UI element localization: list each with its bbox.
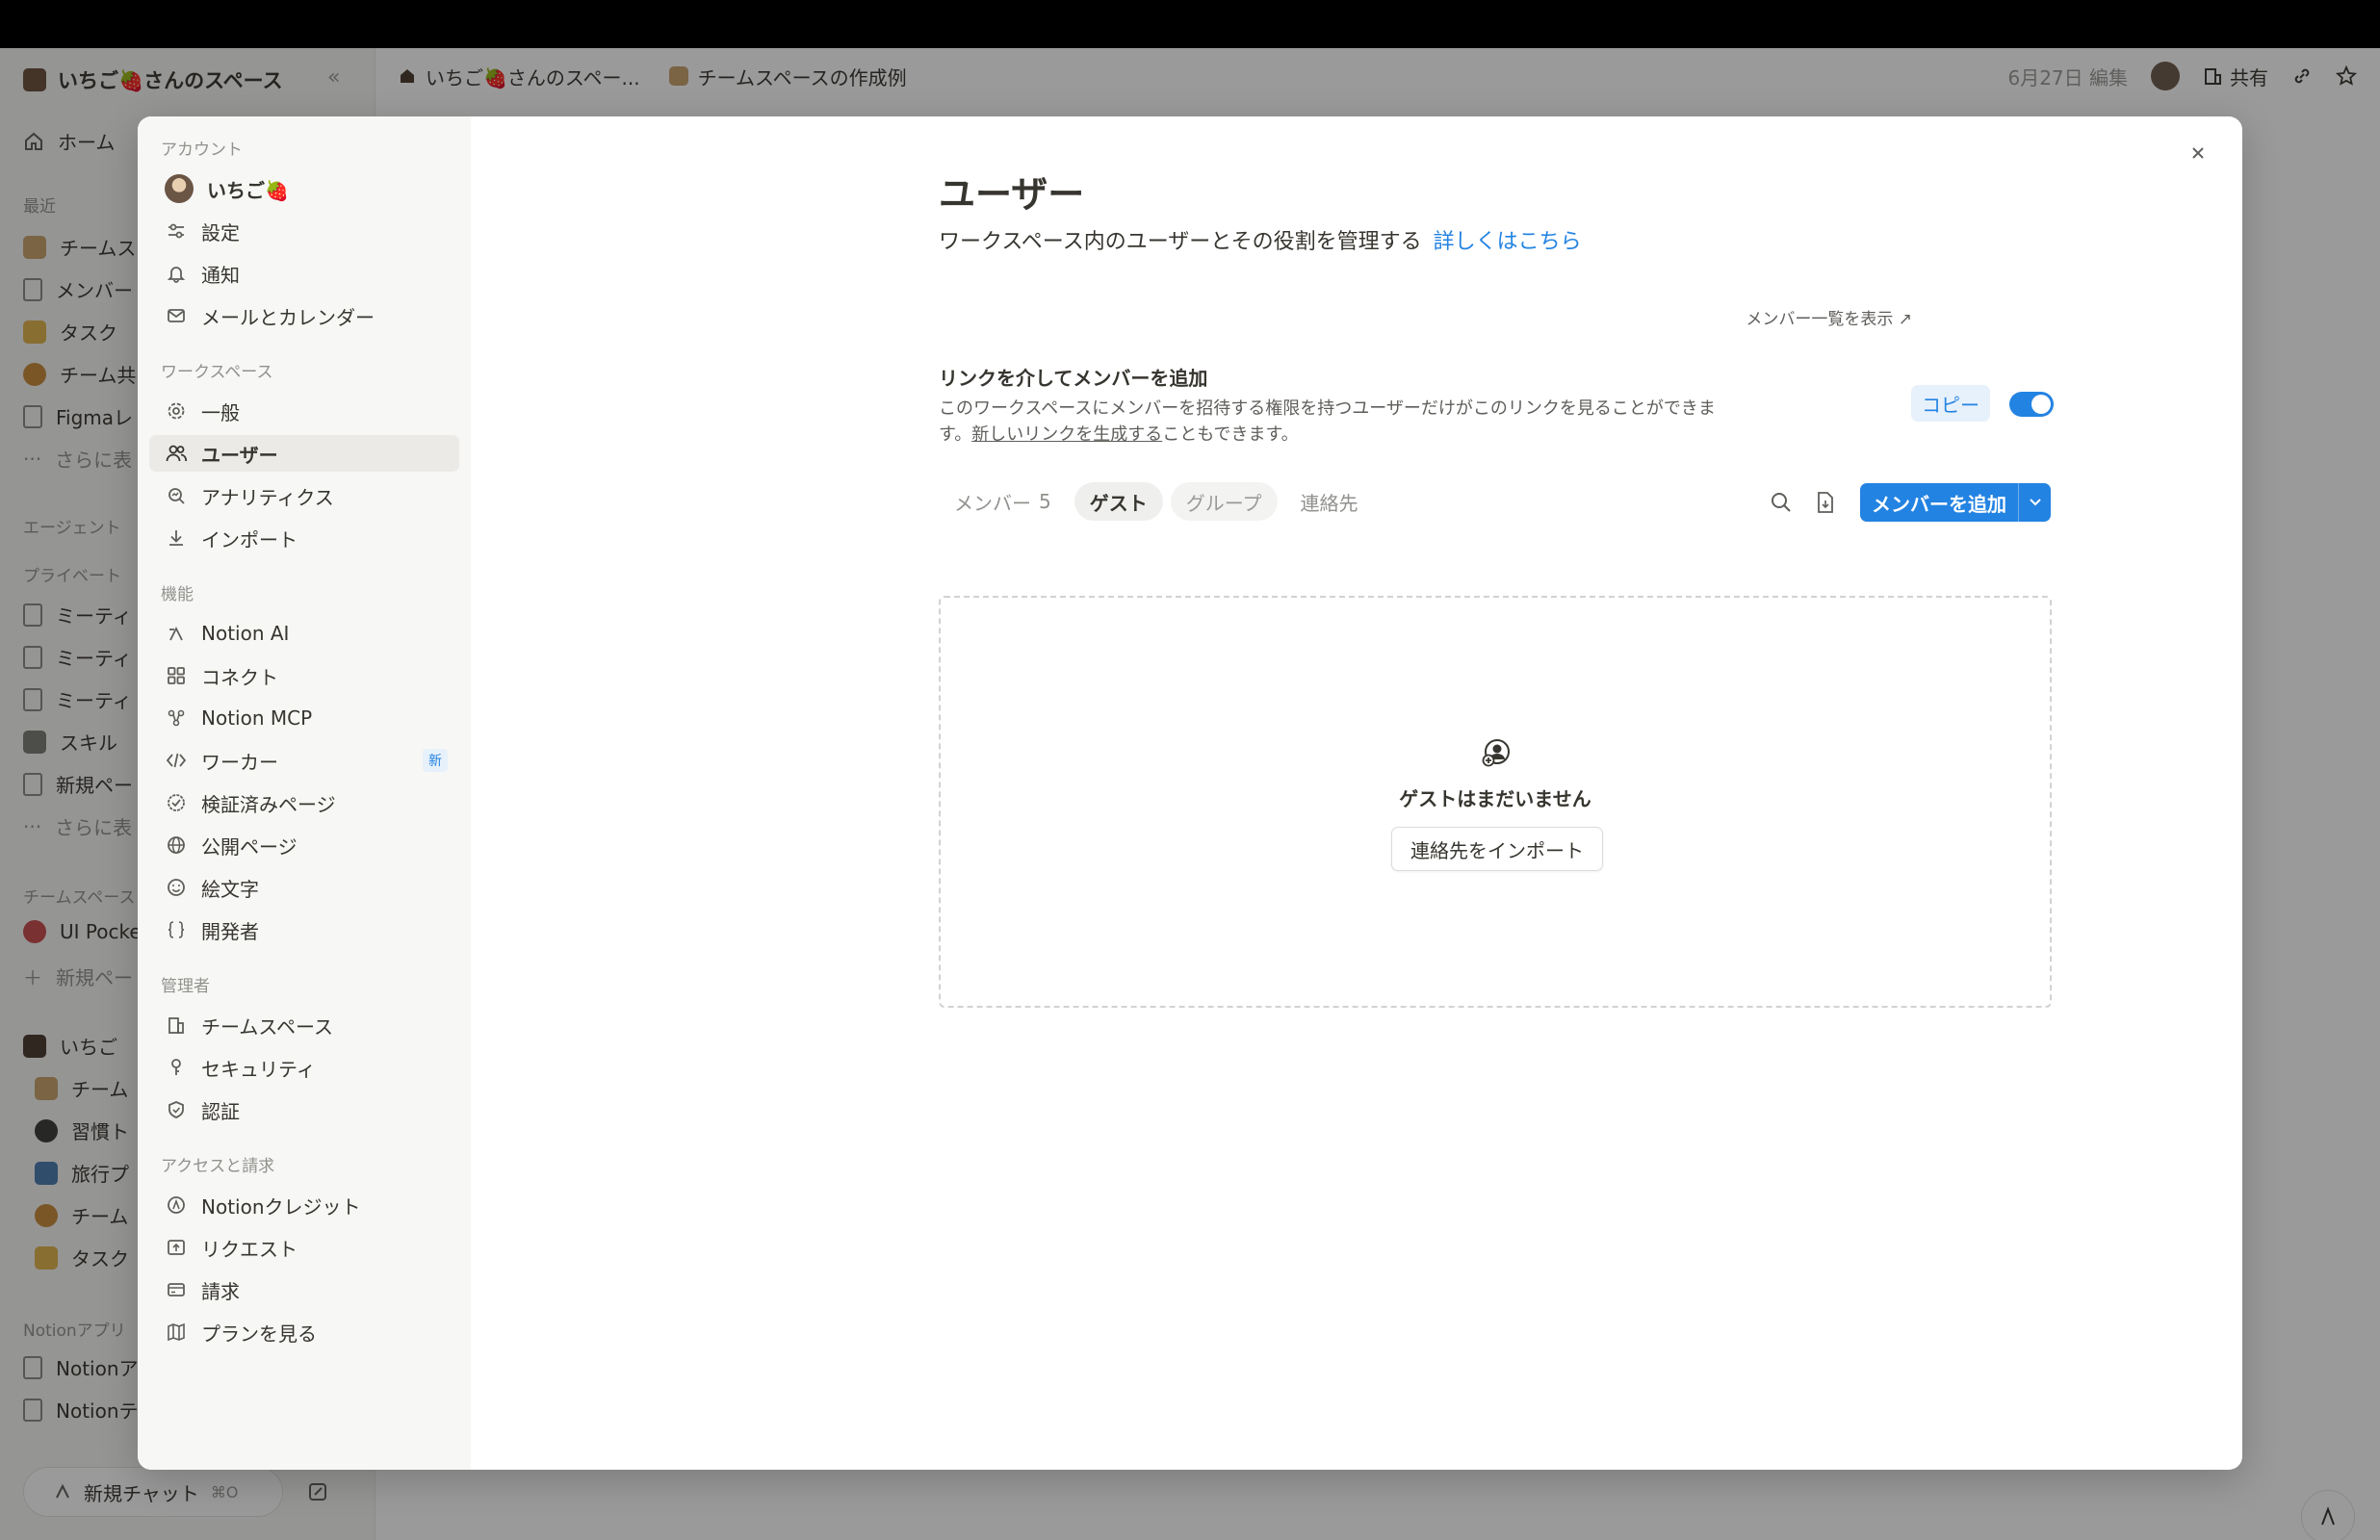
nav-item-notion-mcp[interactable]: Notion MCP — [149, 700, 459, 736]
nav-item-general[interactable]: 一般 — [149, 393, 459, 429]
nav-item-users[interactable]: ユーザー — [149, 435, 459, 472]
nav-item-mail-calendar[interactable]: メールとカレンダー — [149, 297, 459, 334]
braces-icon — [165, 918, 188, 941]
nodes-icon — [165, 706, 188, 730]
grid-icon — [165, 664, 188, 687]
section-features: 機能 — [161, 585, 194, 604]
tab-members[interactable]: メンバー 5 — [939, 482, 1067, 521]
nav-item-profile[interactable]: いちご🍓 — [149, 170, 459, 207]
nav-item-notifications[interactable]: 通知 — [149, 255, 459, 292]
learn-more-link[interactable]: 詳しくはこちら — [1434, 230, 1582, 254]
nav-item-requests[interactable]: リクエスト — [149, 1229, 459, 1266]
view-member-list-link[interactable]: メンバー一覧を表示 ↗ — [1746, 305, 1912, 329]
copy-link-button[interactable]: コピー — [1911, 385, 1990, 422]
smile-icon — [165, 876, 188, 899]
settings-modal: アカウント いちご🍓 設定 通知 メールとカレンダー ワークスペース 一般 ユー… — [138, 116, 2242, 1470]
nav-item-import[interactable]: インポート — [149, 520, 459, 556]
building-icon — [165, 1014, 188, 1037]
verified-icon — [165, 791, 188, 814]
chevron-down-icon[interactable] — [2018, 483, 2051, 522]
tab-groups[interactable]: グループ — [1170, 482, 1278, 521]
upload-box-icon — [165, 1236, 188, 1259]
user-tabs: メンバー 5 ゲスト グループ 連絡先 — [939, 482, 1374, 521]
gear-icon — [165, 399, 188, 423]
page-title: ユーザー — [939, 173, 1085, 216]
ai-face-icon — [165, 622, 188, 645]
add-member-button[interactable]: メンバーを追加 — [1860, 483, 2051, 522]
empty-state-text: ゲストはまだいません — [1399, 787, 1591, 810]
page-description: ワークスペース内のユーザーとその役割を管理する 詳しくはこちら — [939, 230, 1582, 254]
section-admin: 管理者 — [161, 977, 210, 996]
close-icon[interactable] — [2183, 138, 2213, 168]
nav-item-workers[interactable]: ワーカー 新 — [149, 742, 459, 779]
settings-sidebar: アカウント いちご🍓 設定 通知 メールとカレンダー ワークスペース 一般 ユー… — [138, 116, 471, 1470]
nav-item-public-pages[interactable]: 公開ページ — [149, 827, 459, 863]
nav-item-verified-pages[interactable]: 検証済みページ — [149, 784, 459, 821]
mail-icon — [165, 304, 188, 327]
shield-check-icon — [165, 1098, 188, 1121]
nav-item-plans[interactable]: プランを見る — [149, 1314, 459, 1350]
nav-item-teamspaces[interactable]: チームスペース — [149, 1007, 459, 1043]
tab-contacts[interactable]: 連絡先 — [1285, 482, 1374, 521]
invite-link-toggle[interactable] — [2009, 392, 2054, 417]
invite-link-title: リンクを介してメンバーを追加 — [939, 367, 1208, 390]
guests-empty-state: ゲストはまだいません 連絡先をインポート — [939, 596, 2052, 1008]
globe-icon — [165, 834, 188, 857]
section-account: アカウント — [161, 141, 243, 160]
nav-item-identity[interactable]: 認証 — [149, 1091, 459, 1128]
nav-item-developers[interactable]: 開発者 — [149, 911, 459, 948]
settings-content: ユーザー ワークスペース内のユーザーとその役割を管理する 詳しくはこちら メンバー… — [471, 116, 2242, 1470]
bell-icon — [165, 262, 188, 285]
invite-link-description: このワークスペースにメンバーを招待する権限を持つユーザーだけがこのリンクを見るこ… — [939, 398, 1716, 445]
new-badge: 新 — [423, 749, 448, 772]
nav-item-notion-ai[interactable]: Notion AI — [149, 615, 459, 652]
section-workspace: ワークスペース — [161, 363, 273, 382]
nav-item-analytics[interactable]: アナリティクス — [149, 477, 459, 514]
key-icon — [165, 1056, 188, 1079]
search-icon[interactable] — [1767, 488, 1796, 517]
nav-item-emoji[interactable]: 絵文字 — [149, 869, 459, 906]
import-contacts-button[interactable]: 連絡先をインポート — [1391, 827, 1603, 871]
users-icon — [165, 442, 188, 465]
nav-item-credits[interactable]: Notionクレジット — [149, 1187, 459, 1223]
os-top-bar — [0, 0, 2380, 48]
download-icon — [165, 526, 188, 550]
credit-coin-icon — [165, 1194, 188, 1217]
member-count: 5 — [1039, 490, 1051, 513]
export-file-icon[interactable] — [1811, 488, 1840, 517]
scroll-indicator — [2330, 383, 2351, 385]
nav-item-security[interactable]: セキュリティ — [149, 1049, 459, 1086]
generate-new-link[interactable]: 新しいリンクを生成する — [971, 424, 1162, 445]
nav-item-billing[interactable]: 請求 — [149, 1271, 459, 1308]
section-billing: アクセスと請求 — [161, 1157, 275, 1176]
avatar — [165, 174, 194, 203]
nav-item-connections[interactable]: コネクト — [149, 657, 459, 694]
map-icon — [165, 1321, 188, 1344]
magnifier-chart-icon — [165, 484, 188, 507]
credit-card-icon — [165, 1278, 188, 1301]
add-user-icon — [1480, 736, 1513, 769]
code-icon — [165, 749, 188, 772]
tab-guests[interactable]: ゲスト — [1074, 482, 1163, 521]
nav-item-preferences[interactable]: 設定 — [149, 213, 459, 249]
sliders-icon — [165, 219, 188, 243]
